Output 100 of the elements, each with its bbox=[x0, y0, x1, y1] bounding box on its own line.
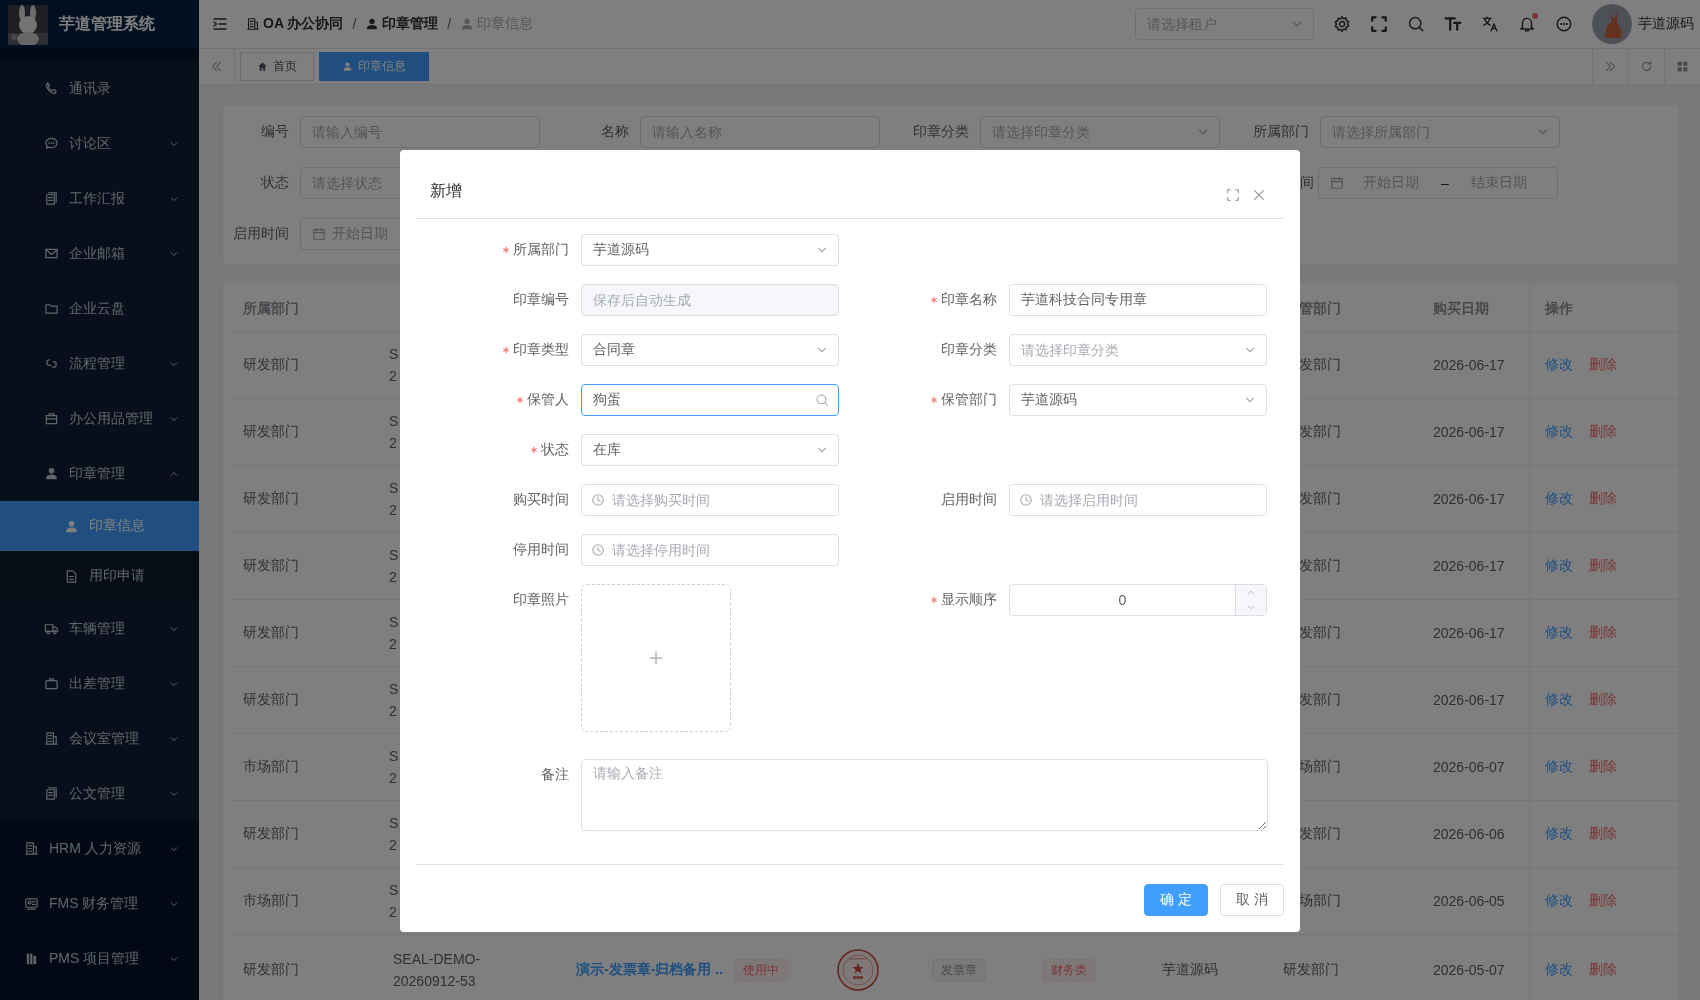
delete-link[interactable]: 删除 bbox=[1589, 961, 1617, 979]
edit-link[interactable]: 修改 bbox=[1545, 490, 1573, 508]
delete-link[interactable]: 删除 bbox=[1589, 490, 1617, 508]
menu-icon[interactable] bbox=[212, 16, 228, 32]
date-field[interactable]: 请选择停用时间 bbox=[581, 534, 839, 566]
select-field[interactable]: 请选择印章分类 bbox=[1009, 334, 1267, 366]
range-separator: – bbox=[1440, 175, 1450, 191]
user-icon bbox=[64, 518, 79, 534]
submenu-item[interactable]: 用印申请 bbox=[0, 551, 199, 601]
table-cell-text: S 2 bbox=[388, 679, 399, 721]
fullscreen-icon[interactable] bbox=[1370, 15, 1388, 33]
table-cell-text: 市场部门 bbox=[242, 758, 300, 776]
settings-icon[interactable] bbox=[1333, 15, 1351, 33]
cancel-button[interactable]: 取 消 bbox=[1220, 883, 1284, 916]
menu-item[interactable]: 出差管理 bbox=[0, 656, 199, 711]
menu-item[interactable]: 工作汇报 bbox=[0, 171, 199, 226]
field-label: 保管人 bbox=[527, 391, 569, 409]
clock-icon bbox=[591, 543, 605, 557]
chat-icon[interactable] bbox=[1555, 15, 1573, 33]
refresh-icon[interactable] bbox=[1640, 60, 1653, 73]
confirm-button[interactable]: 确 定 bbox=[1144, 883, 1208, 916]
menu-item[interactable]: 会议室管理 bbox=[0, 711, 199, 766]
bell-icon[interactable] bbox=[1518, 15, 1536, 33]
search-icon[interactable] bbox=[1407, 15, 1425, 33]
number-input[interactable]: 0 bbox=[1009, 584, 1267, 616]
menu-item[interactable]: 企业云盘 bbox=[0, 281, 199, 336]
calendar-icon bbox=[312, 227, 326, 241]
edit-link[interactable]: 修改 bbox=[1545, 624, 1573, 642]
table-cell-text: 场部门 bbox=[1298, 758, 1342, 776]
edit-link[interactable]: 修改 bbox=[1545, 825, 1573, 843]
input-field[interactable]: 狗蛋 bbox=[581, 384, 839, 416]
clock-icon bbox=[1019, 493, 1033, 507]
menu-item[interactable]: 公文管理 bbox=[0, 766, 199, 821]
tab[interactable]: 印章信息 bbox=[319, 52, 429, 81]
edit-link[interactable]: 修改 bbox=[1545, 961, 1573, 979]
avatar[interactable] bbox=[1592, 4, 1632, 44]
filter-label: 状态 bbox=[260, 174, 289, 192]
edit-link[interactable]: 修改 bbox=[1545, 758, 1573, 776]
breadcrumb-separator: / bbox=[447, 16, 452, 32]
delete-link[interactable]: 删除 bbox=[1589, 825, 1617, 843]
dialog-title: 新增 bbox=[430, 181, 463, 201]
tab[interactable]: 首页 bbox=[240, 52, 314, 81]
field-label: 印章类型 bbox=[513, 341, 569, 359]
delete-link[interactable]: 删除 bbox=[1589, 356, 1617, 374]
double-chevron-left-icon[interactable] bbox=[210, 60, 223, 73]
menu-item[interactable]: 车辆管理 bbox=[0, 601, 199, 656]
font-size-icon[interactable] bbox=[1444, 15, 1462, 33]
chat-icon bbox=[44, 136, 59, 151]
field-label: 所属部门 bbox=[513, 241, 569, 259]
menu-item[interactable]: 流程管理 bbox=[0, 336, 199, 391]
edit-link[interactable]: 修改 bbox=[1545, 557, 1573, 575]
translate-icon[interactable] bbox=[1481, 15, 1499, 33]
edit-link[interactable]: 修改 bbox=[1545, 892, 1573, 910]
delete-link[interactable]: 删除 bbox=[1589, 624, 1617, 642]
table-cell-text: 2026-06-06 bbox=[1432, 826, 1506, 842]
delete-link[interactable]: 删除 bbox=[1589, 423, 1617, 441]
truck-icon bbox=[44, 621, 59, 636]
search-icon bbox=[815, 393, 829, 407]
close-icon[interactable] bbox=[1252, 188, 1266, 202]
user-icon bbox=[460, 17, 475, 31]
seal-name-link[interactable]: 演示-发票章-归档备用 .. bbox=[576, 961, 723, 977]
edit-link[interactable]: 修改 bbox=[1545, 423, 1573, 441]
field-label: 启用时间 bbox=[941, 491, 997, 509]
filter-label: 印章分类 bbox=[912, 123, 969, 141]
breadcrumb-item[interactable]: OA 办公协同 bbox=[246, 15, 344, 33]
menu-item[interactable]: 讨论区 bbox=[0, 116, 199, 171]
id-card-icon bbox=[24, 896, 39, 911]
field-label: 印章分类 bbox=[941, 341, 997, 359]
select-field[interactable]: 在库 bbox=[581, 434, 839, 466]
mail-icon bbox=[44, 246, 59, 261]
table-cell-text: S 2 bbox=[388, 545, 399, 587]
delete-link[interactable]: 删除 bbox=[1589, 557, 1617, 575]
delete-link[interactable]: 删除 bbox=[1589, 691, 1617, 709]
user-name[interactable]: 芋道源码 bbox=[1638, 15, 1694, 33]
input-field[interactable]: 芋道科技合同专用章 bbox=[1009, 284, 1267, 316]
select-field[interactable]: 芋道源码 bbox=[1009, 384, 1267, 416]
breadcrumb-item[interactable]: 印章管理 bbox=[365, 15, 439, 33]
clock-icon bbox=[591, 493, 605, 507]
date-field[interactable]: 请选择启用时间 bbox=[1009, 484, 1267, 516]
edit-link[interactable]: 修改 bbox=[1545, 691, 1573, 709]
table-cell-text: 芋道源码 bbox=[1161, 961, 1219, 979]
table-cell-text: 研发部门 bbox=[1282, 961, 1340, 979]
double-chevron-right-icon[interactable] bbox=[1604, 60, 1617, 73]
menu-item[interactable]: 办公用品管理 bbox=[0, 391, 199, 446]
menu-item[interactable]: 印章管理 bbox=[0, 446, 199, 501]
date-field[interactable]: 请选择购买时间 bbox=[581, 484, 839, 516]
select-field[interactable]: 芋道源码 bbox=[581, 234, 839, 266]
fullscreen-icon[interactable] bbox=[1226, 188, 1240, 202]
table-cell-text: 2026-06-17 bbox=[1432, 625, 1506, 641]
menu-item[interactable]: 通讯录 bbox=[0, 61, 199, 116]
delete-link[interactable]: 删除 bbox=[1589, 758, 1617, 776]
table-cell-text: 研发部门 bbox=[242, 825, 300, 843]
edit-link[interactable]: 修改 bbox=[1545, 356, 1573, 374]
status-tag: 使用中 bbox=[734, 958, 788, 982]
remark-textarea[interactable]: 请输入备注 bbox=[581, 759, 1268, 831]
menu-item[interactable]: 企业邮箱 bbox=[0, 226, 199, 281]
delete-link[interactable]: 删除 bbox=[1589, 892, 1617, 910]
select-field[interactable]: 合同章 bbox=[581, 334, 839, 366]
grid-icon[interactable] bbox=[1676, 60, 1689, 73]
submenu-item[interactable]: 印章信息 bbox=[0, 501, 199, 551]
